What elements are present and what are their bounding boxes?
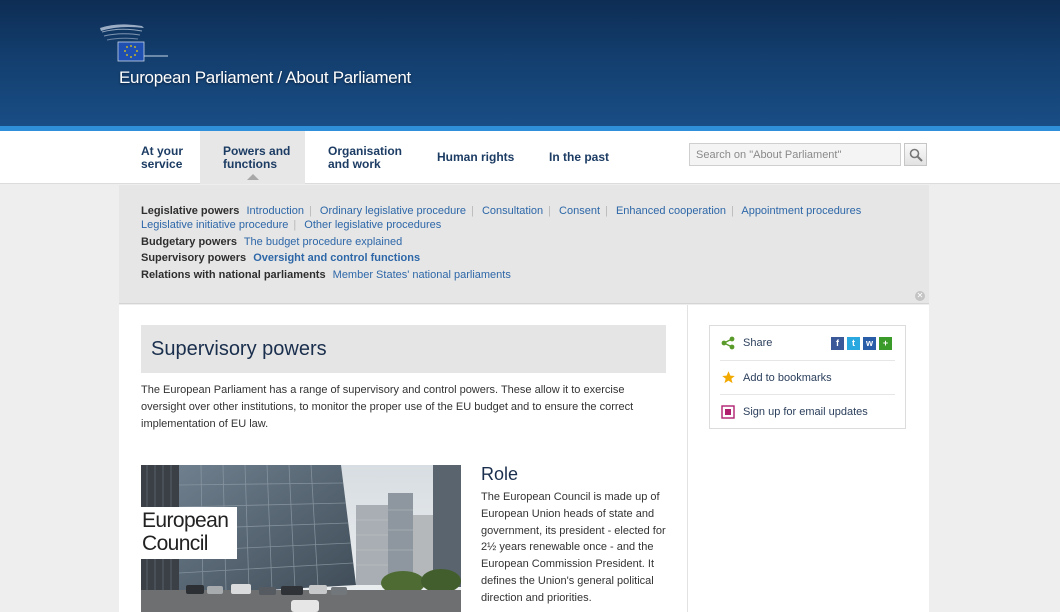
close-icon[interactable]: ✕	[915, 291, 925, 301]
nav-label: and work	[328, 156, 381, 171]
nav-label: In the past	[549, 150, 610, 164]
submenu-heading-relations[interactable]: Relations with national parliaments	[141, 269, 326, 281]
nav-organisation-and-work[interactable]: Organisation and work	[328, 131, 402, 184]
social-icons: f t w +	[831, 336, 895, 350]
bookmarks-row[interactable]: Add to bookmarks	[720, 360, 895, 394]
separator: |	[731, 205, 734, 217]
twitter-icon[interactable]: t	[847, 336, 860, 350]
photo-caption-line: Council	[142, 532, 208, 555]
nav-label: service	[141, 156, 183, 171]
main-navigation: At your service Powers and functions Organ…	[0, 131, 1060, 184]
submenu-heading-supervisory[interactable]: Supervisory powers	[141, 252, 246, 264]
email-updates-row[interactable]: Sign up for email updates	[720, 394, 895, 428]
submenu-link[interactable]: Consultation	[482, 205, 543, 217]
nav-label: functions	[223, 156, 277, 171]
content-area: Supervisory powers The European Parliame…	[119, 305, 929, 612]
nav-label: Organisation	[328, 143, 403, 158]
share-icon	[720, 335, 736, 351]
nav-human-rights[interactable]: Human rights	[437, 131, 514, 184]
european-council-photo[interactable]: European Council	[141, 465, 461, 612]
submenu-link[interactable]: Appointment procedures	[741, 205, 861, 217]
nav-label: Powers and	[223, 143, 291, 158]
active-caret-icon	[246, 174, 259, 180]
role-paragraph: The European Council is made up of Europ…	[481, 491, 666, 604]
page-title: Supervisory powers	[151, 338, 327, 360]
search-button[interactable]	[904, 143, 927, 166]
submenu-link[interactable]: Other legislative procedures	[304, 219, 441, 231]
separator: |	[293, 219, 297, 231]
nav-label: At your	[141, 143, 183, 158]
nav-at-your-service[interactable]: At your service	[141, 131, 183, 184]
search-icon	[909, 148, 923, 162]
submenu-heading-budgetary[interactable]: Budgetary powers	[141, 236, 237, 248]
share-row[interactable]: Share f t w +	[720, 326, 895, 360]
nav-in-the-past[interactable]: In the past	[549, 131, 609, 184]
submenu-heading-legislative[interactable]: Legislative powers	[141, 205, 239, 217]
submenu-row-legislative-cont: Legislative initiative procedure | Other …	[141, 218, 441, 232]
submenu-link-active[interactable]: Oversight and control functions	[253, 252, 420, 264]
email-icon	[720, 404, 736, 420]
powers-submenu: Legislative powers Introduction | Ordinar…	[119, 185, 929, 304]
share-box: Share f t w + Add to bookmarks Sign up f…	[709, 325, 906, 429]
nav-powers-and-functions[interactable]: Powers and functions	[200, 131, 305, 184]
windows-live-icon[interactable]: w	[863, 336, 876, 350]
more-share-icon[interactable]: +	[879, 336, 892, 350]
nav-label: Human rights	[437, 150, 515, 164]
facebook-icon[interactable]: f	[831, 336, 844, 350]
site-header: European Parliament / About Parliament	[0, 0, 1060, 126]
submenu-row-budgetary: Budgetary powers The budget procedure ex…	[141, 235, 402, 249]
site-title[interactable]: European Parliament / About Parliament	[119, 68, 411, 88]
submenu-link[interactable]: Ordinary legislative procedure	[320, 205, 466, 217]
separator: |	[471, 205, 474, 217]
submenu-link[interactable]: Member States' national parliaments	[333, 269, 511, 281]
submenu-row-legislative: Legislative powers Introduction | Ordinar…	[141, 204, 861, 218]
intro-paragraph: The European Parliament has a range of s…	[141, 384, 634, 430]
submenu-link[interactable]: The budget procedure explained	[244, 236, 402, 248]
separator: |	[308, 205, 312, 217]
submenu-link[interactable]: Consent	[559, 205, 600, 217]
separator: |	[548, 205, 551, 217]
submenu-link[interactable]: Legislative initiative procedure	[141, 219, 288, 231]
star-icon	[720, 370, 736, 386]
parliament-logo-icon[interactable]	[98, 22, 170, 66]
bookmarks-label: Add to bookmarks	[743, 371, 832, 384]
separator: |	[605, 205, 608, 217]
section-title-role: Role	[481, 464, 519, 484]
photo-caption-line: European	[142, 509, 229, 532]
search-input[interactable]	[689, 143, 901, 166]
email-updates-label: Sign up for email updates	[743, 405, 868, 418]
submenu-link[interactable]: Introduction	[247, 205, 304, 217]
submenu-row-supervisory: Supervisory powers Oversight and control…	[141, 251, 420, 265]
photo-caption: European Council	[141, 509, 229, 555]
page-title-box: Supervisory powers	[141, 325, 666, 373]
submenu-row-relations: Relations with national parliaments Memb…	[141, 268, 511, 282]
submenu-link[interactable]: Enhanced cooperation	[616, 205, 726, 217]
main-column: Supervisory powers The European Parliame…	[119, 305, 688, 612]
share-label: Share	[743, 337, 773, 349]
